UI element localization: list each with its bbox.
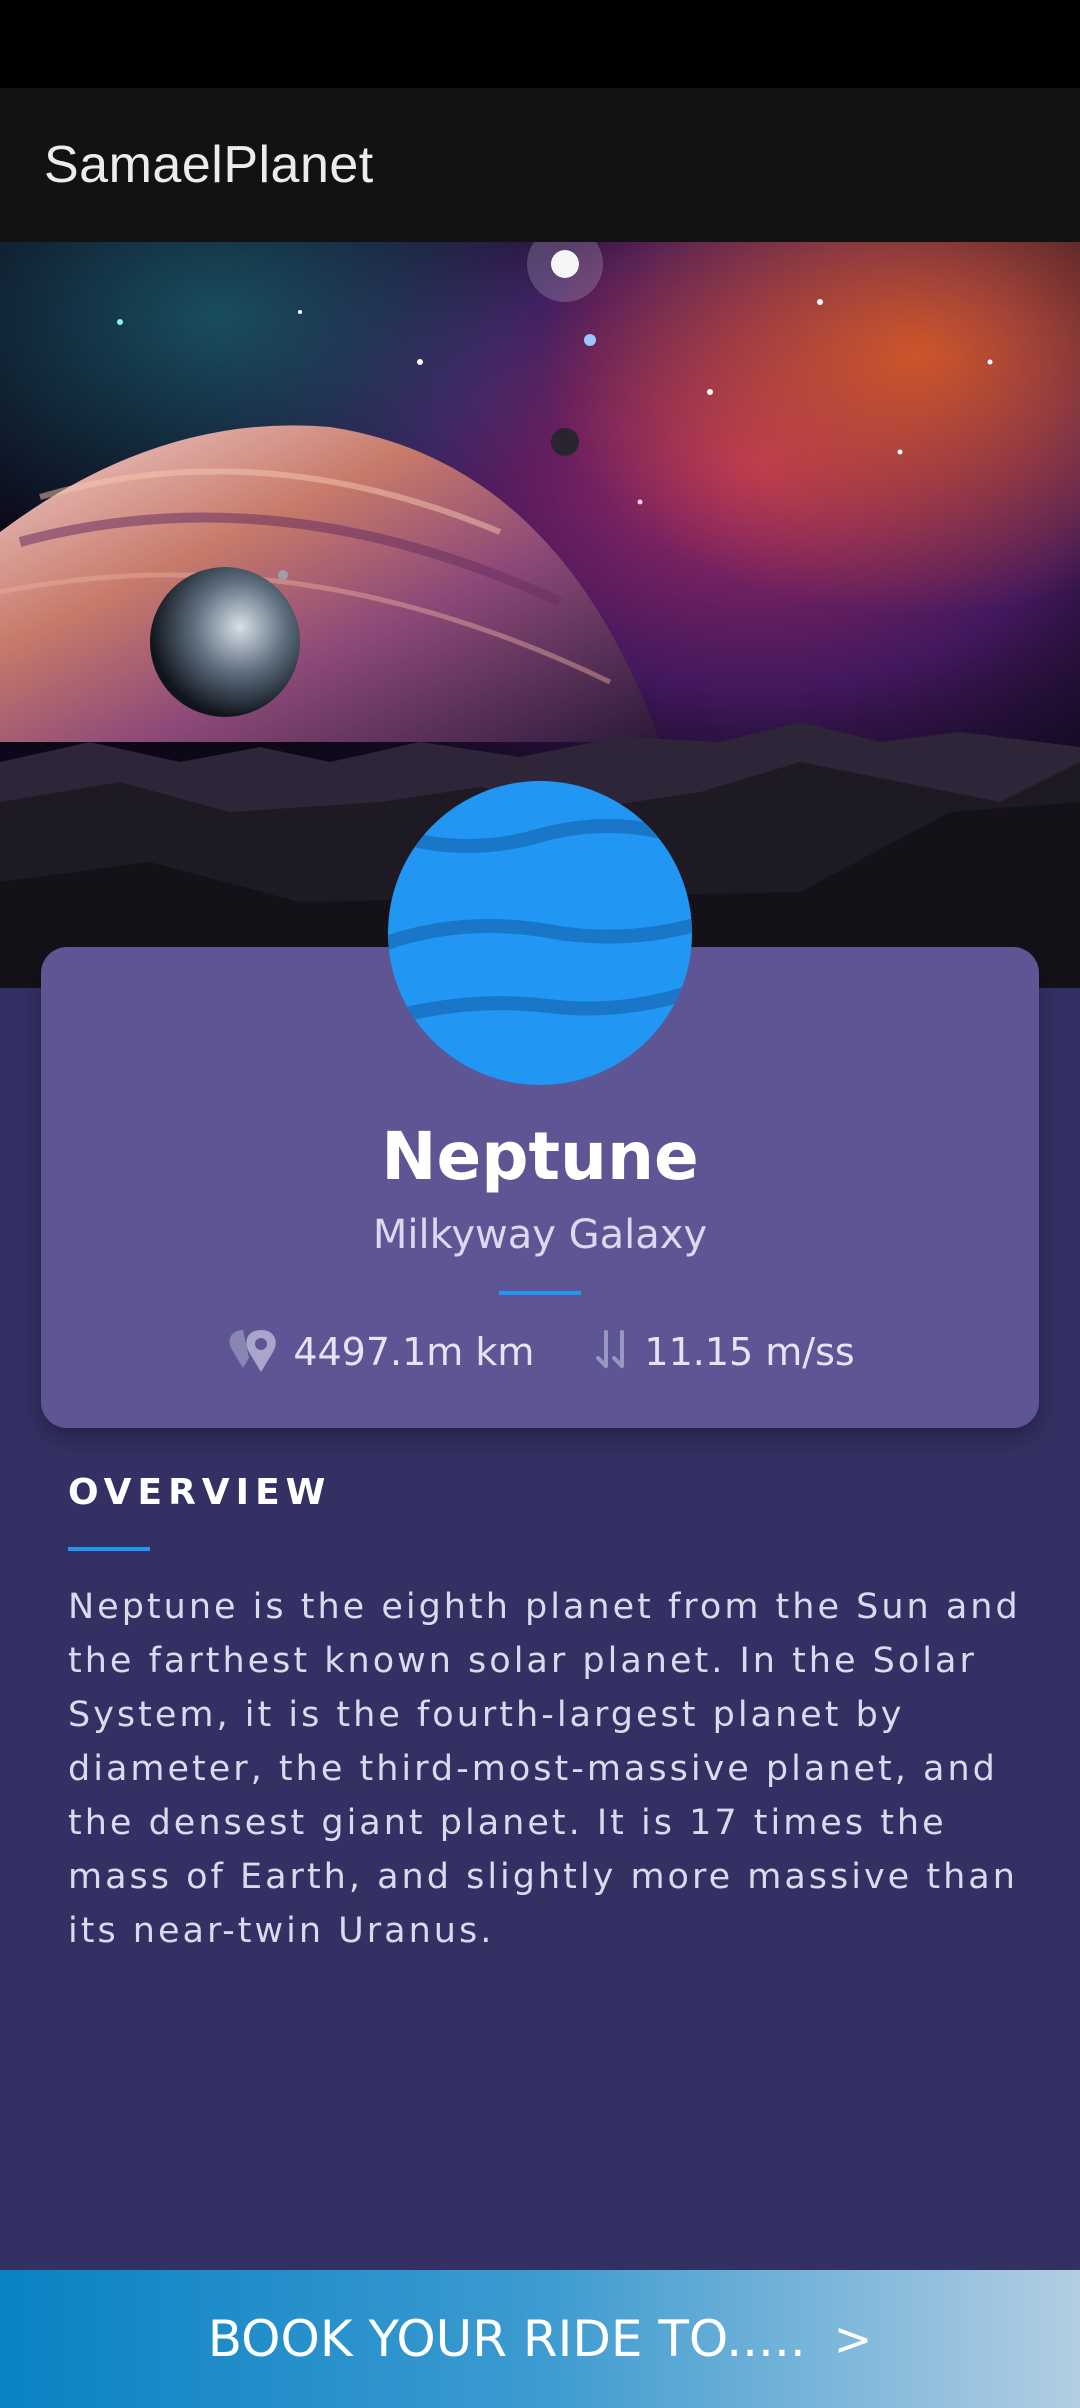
- app-title: SamaelPlanet: [44, 136, 374, 194]
- distance-value: 4497.1m km: [293, 1330, 535, 1374]
- location-pin-icon: [225, 1326, 283, 1378]
- status-bar: [0, 0, 1080, 88]
- distance-stat: 4497.1m km: [225, 1326, 534, 1378]
- app-bar: SamaelPlanet: [0, 88, 1080, 242]
- gravity-value: 11.15 m/ss: [644, 1330, 855, 1374]
- book-ride-button[interactable]: BOOK YOUR RIDE TO..... >: [0, 2270, 1080, 2408]
- planet-name: Neptune: [381, 1118, 699, 1195]
- gravity-arrows-icon: [594, 1326, 634, 1378]
- planet-stats: 4497.1m km 11.15 m/ss: [0, 1322, 1080, 1382]
- chevron-right-icon: >: [833, 2312, 873, 2366]
- book-ride-label: BOOK YOUR RIDE TO.....: [207, 2310, 806, 2368]
- overview-divider: [68, 1547, 150, 1551]
- neptune-planet-icon: [388, 781, 692, 1085]
- gravity-stat: 11.15 m/ss: [594, 1326, 855, 1378]
- overview-heading: OVERVIEW: [68, 1472, 332, 1513]
- overview-text: Neptune is the eighth planet from the Su…: [68, 1587, 1021, 1951]
- card-divider: [499, 1291, 581, 1295]
- galaxy-name: Milkyway Galaxy: [372, 1212, 708, 1258]
